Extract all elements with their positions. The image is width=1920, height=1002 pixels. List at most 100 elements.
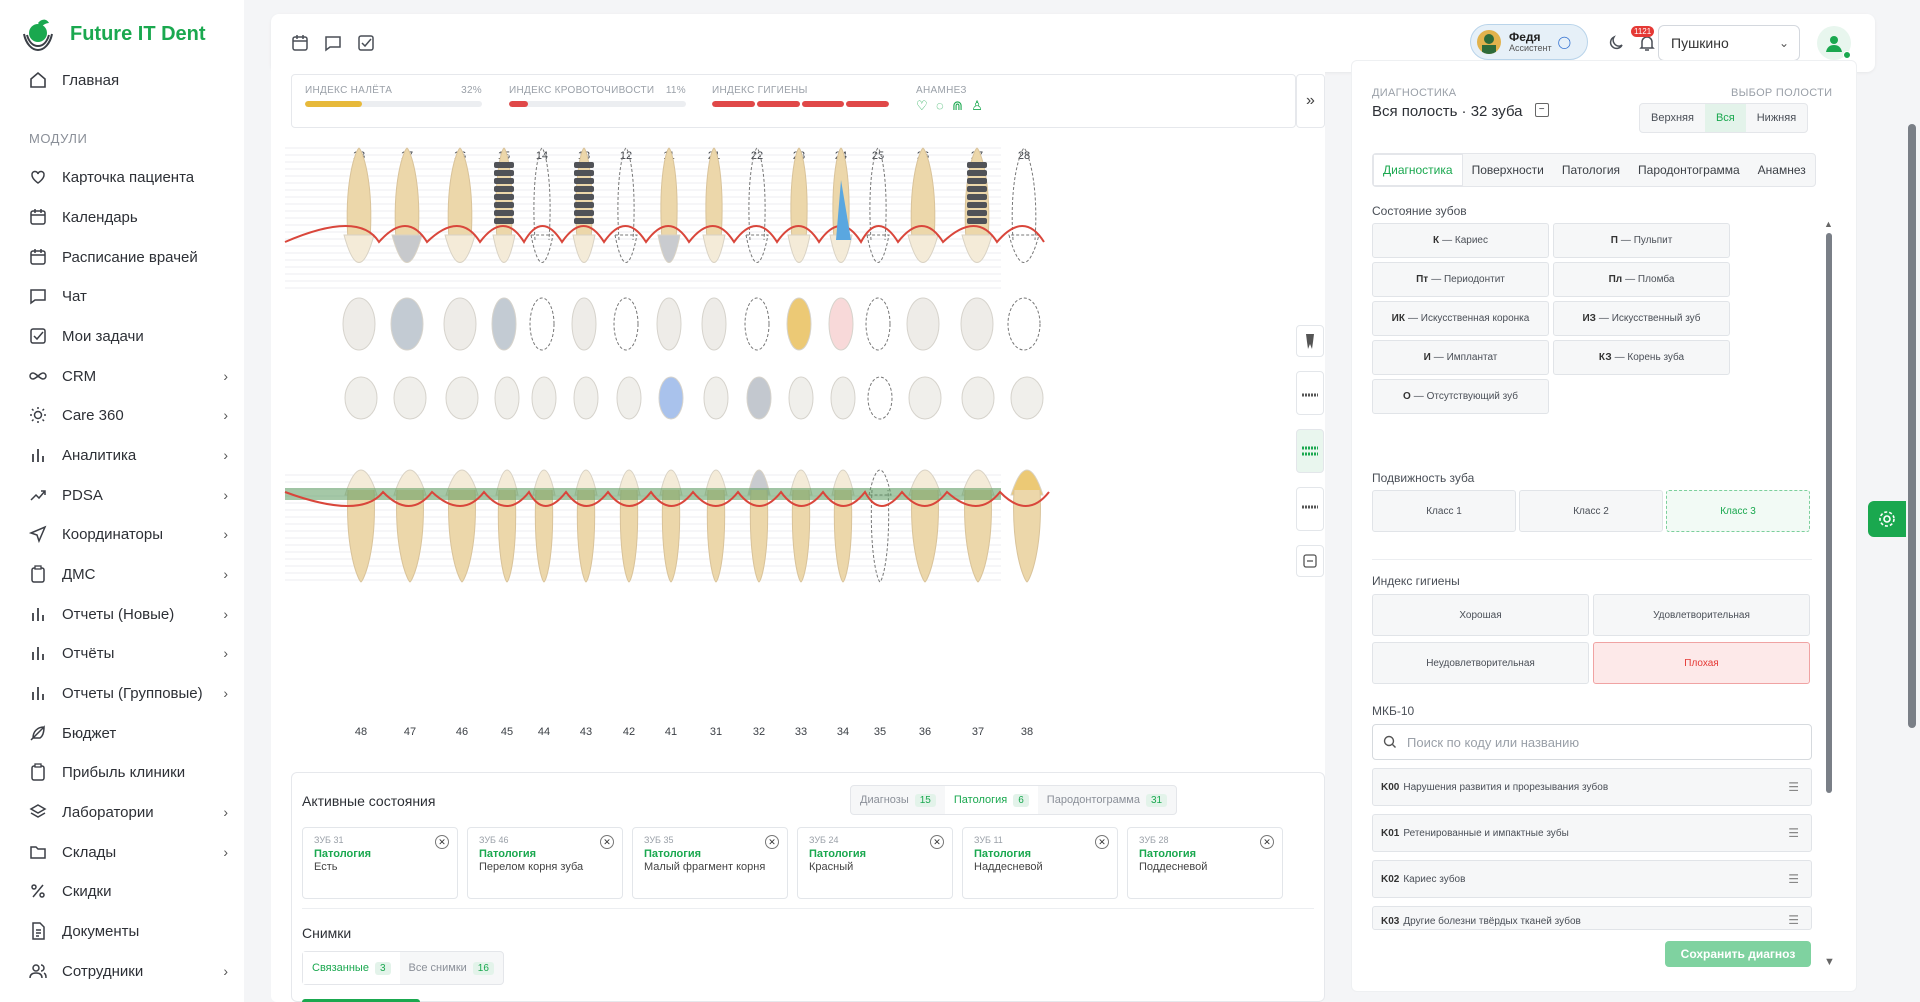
stomach-icon[interactable]: ◌ [936, 98, 944, 114]
tooth-number-lower[interactable]: 35 [868, 726, 892, 738]
jaw-lower[interactable]: Нижняя [1746, 104, 1807, 132]
profile-avatar[interactable] [1817, 26, 1851, 60]
tooth-state-button[interactable]: П — Пульпит [1553, 223, 1730, 258]
sidebar-item-21[interactable]: Сотрудники › [28, 955, 228, 987]
tooth-state-button[interactable]: КЗ — Корень зуба [1553, 340, 1730, 375]
tooth-number-lower[interactable]: 44 [532, 726, 556, 738]
close-icon[interactable]: ✕ [600, 835, 614, 849]
brand[interactable]: Future IT Dent [18, 14, 206, 54]
sidebar-item-1[interactable]: Карточка пациента [28, 161, 228, 193]
sidebar-item-7[interactable]: Care 360 › [28, 399, 228, 431]
scroll-up-icon[interactable]: ▲ [1824, 219, 1833, 229]
tooth-number-lower[interactable]: 34 [831, 726, 855, 738]
mobility-class-2[interactable]: Класс 2 [1519, 490, 1663, 532]
hygiene-bad[interactable]: Плохая [1593, 642, 1810, 684]
expand-button[interactable]: » [1296, 74, 1325, 128]
tab-all-snapshots[interactable]: Все снимки 16 [400, 952, 503, 984]
mobility-class-3[interactable]: Класс 3 [1666, 490, 1810, 532]
chat-icon[interactable] [322, 32, 344, 54]
sidebar-item-8[interactable]: Аналитика › [28, 439, 228, 471]
active-state-card[interactable]: ЗУБ 46 Патология Перелом корня зуба ✕ [467, 827, 623, 899]
close-icon[interactable]: ✕ [765, 835, 779, 849]
tooth-state-button[interactable]: ИК — Искусственная коронка [1372, 301, 1549, 336]
jaw-all[interactable]: Вся [1704, 104, 1746, 132]
scroll-down-icon[interactable]: ▼ [1824, 956, 1835, 968]
tooth-state-button[interactable]: ИЗ — Искусственный зуб [1553, 301, 1730, 336]
settings-gear-button[interactable] [1868, 501, 1906, 537]
message-icon[interactable]: ◯ [1558, 35, 1571, 49]
collapse-icon[interactable] [1296, 545, 1324, 577]
sidebar-item-13[interactable]: Отчёты › [28, 637, 228, 669]
active-state-card[interactable]: ЗУБ 11 Патология Наддесневой ✕ [962, 827, 1118, 899]
lower-jaw-view-icon[interactable] [1296, 487, 1324, 531]
tab-diagnostics[interactable]: Диагностика [1373, 154, 1463, 186]
save-diagnosis-button[interactable]: Сохранить диагноз [1665, 941, 1811, 967]
tab-diagnoses[interactable]: Диагнозы 15 [851, 786, 945, 814]
tooth-number-lower[interactable]: 37 [966, 726, 990, 738]
mkb-item[interactable]: K03 Другие болезни твёрдых тканей зубов ☰ [1372, 906, 1812, 930]
panel-scrollbar[interactable]: ▲ [1824, 219, 1834, 819]
sidebar-item-3[interactable]: Расписание врачей [28, 241, 228, 273]
tooth-number-lower[interactable]: 33 [789, 726, 813, 738]
sidebar-item-6[interactable]: CRM › [28, 360, 228, 392]
jaw-upper[interactable]: Верхняя [1640, 104, 1705, 132]
sidebar-item-20[interactable]: Документы [28, 915, 228, 947]
mkb-search-input[interactable]: Поиск по коду или названию [1372, 724, 1812, 760]
tooth-state-button[interactable]: И — Имплантат [1372, 340, 1549, 375]
active-state-card[interactable]: ЗУБ 24 Патология Красный ✕ [797, 827, 953, 899]
close-icon[interactable]: ✕ [1260, 835, 1274, 849]
tooth-number-lower[interactable]: 43 [574, 726, 598, 738]
tooth-number-lower[interactable]: 38 [1015, 726, 1039, 738]
tasks-icon[interactable] [355, 32, 377, 54]
active-state-card[interactable]: ЗУБ 35 Патология Малый фрагмент корня ✕ [632, 827, 788, 899]
mobility-class-1[interactable]: Класс 1 [1372, 490, 1516, 532]
upper-jaw-view-icon[interactable] [1296, 371, 1324, 415]
list-icon[interactable]: ☰ [1788, 780, 1799, 794]
full-jaw-view-icon[interactable] [1296, 429, 1324, 473]
tooth-number-lower[interactable]: 36 [913, 726, 937, 738]
mkb-item[interactable]: K01 Ретенированные и импактные зубы ☰ [1372, 814, 1812, 852]
sidebar-item-10[interactable]: Координаторы › [28, 518, 228, 550]
list-icon[interactable]: ☰ [1788, 872, 1799, 886]
sidebar-item-2[interactable]: Календарь [28, 201, 228, 233]
tooth-state-button[interactable]: К — Кариес [1372, 223, 1549, 258]
tab-linked[interactable]: Связанные 3 [303, 952, 400, 984]
close-icon[interactable]: ✕ [435, 835, 449, 849]
active-state-card[interactable]: ЗУБ 28 Патология Поддесневой ✕ [1127, 827, 1283, 899]
mkb-item[interactable]: K02 Кариес зубов ☰ [1372, 860, 1812, 898]
tooth-number-lower[interactable]: 48 [349, 726, 373, 738]
sidebar-item-16[interactable]: Прибыль клиники [28, 756, 228, 788]
tab-anamnesis[interactable]: Анамнез [1749, 154, 1815, 186]
moon-icon[interactable] [1605, 32, 1627, 54]
heart-organ-icon[interactable]: ♡ [916, 98, 928, 114]
sidebar-item-12[interactable]: Отчеты (Новые) › [28, 598, 228, 630]
page-scrollbar[interactable] [1908, 124, 1916, 728]
tooth-number-lower[interactable]: 45 [495, 726, 519, 738]
close-icon[interactable]: ✕ [1095, 835, 1109, 849]
tooth-number-lower[interactable]: 47 [398, 726, 422, 738]
tooth-state-button[interactable]: О — Отсутствующий зуб [1372, 379, 1549, 414]
tooth-number-lower[interactable]: 46 [450, 726, 474, 738]
tab-periodontogram[interactable]: Пародонтограмма 31 [1038, 786, 1176, 814]
sidebar-item-9[interactable]: PDSA › [28, 479, 228, 511]
sidebar-item-17[interactable]: Лаборатории › [28, 796, 228, 828]
hygiene-satisfactory[interactable]: Удовлетворительная [1593, 594, 1810, 636]
tab-pathology[interactable]: Патология 6 [944, 786, 1038, 814]
sidebar-item-19[interactable]: Скидки [28, 875, 228, 907]
scroll-thumb[interactable] [1826, 233, 1832, 793]
collapse-icon[interactable]: − [1534, 103, 1549, 118]
hygiene-good[interactable]: Хорошая [1372, 594, 1589, 636]
tab-pathology[interactable]: Патология [1553, 154, 1629, 186]
mkb-item[interactable]: K00 Нарушения развития и прорезывания зуб… [1372, 768, 1812, 806]
active-state-card[interactable]: ЗУБ 31 Патология Есть ✕ [302, 827, 458, 899]
user-chip[interactable]: Федя Ассистент ◯ [1470, 24, 1588, 60]
sidebar-item-5[interactable]: Мои задачи [28, 320, 228, 352]
sidebar-item-4[interactable]: Чат [28, 280, 228, 312]
tooth-state-button[interactable]: Пл — Пломба [1553, 262, 1730, 297]
person-icon[interactable]: ♙ [971, 98, 983, 114]
close-icon[interactable]: ✕ [930, 835, 944, 849]
sidebar-item-home[interactable]: Главная [28, 64, 228, 96]
tooth-number-lower[interactable]: 31 [704, 726, 728, 738]
tooth-number-lower[interactable]: 42 [617, 726, 641, 738]
sidebar-item-18[interactable]: Склады › [28, 836, 228, 868]
